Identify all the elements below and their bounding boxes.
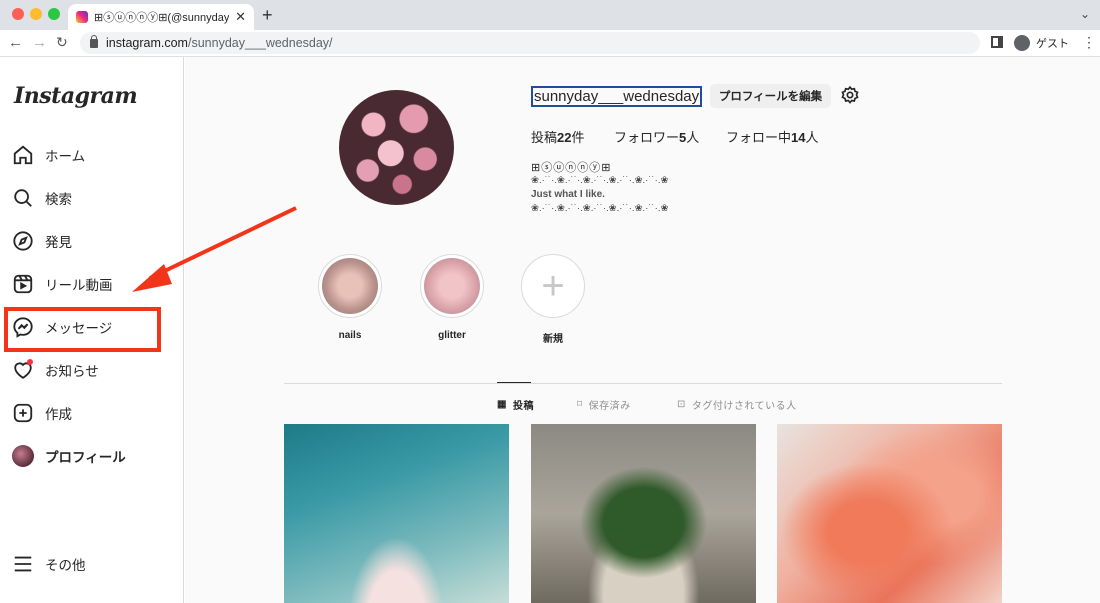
- forward-arrow-icon[interactable]: →: [32, 34, 47, 51]
- following-suffix: 人: [805, 130, 819, 145]
- tabs-divider: [284, 383, 1002, 384]
- url-host: instagram.com: [106, 36, 188, 50]
- browser-tab-bar: ⊞ⓢⓤⓝⓝⓨ⊞(@sunnyday___w ✕ + ⌄: [0, 0, 1100, 30]
- tab-label: タグ付けされている人: [691, 401, 797, 412]
- address-bar[interactable]: instagram.com/sunnyday___wednesday/: [80, 32, 980, 54]
- highlight-label: 新規: [543, 334, 563, 345]
- settings-gear-icon[interactable]: [840, 85, 860, 105]
- followers-suffix: 人: [686, 130, 700, 145]
- sidebar-item-profile[interactable]: プロフィール: [12, 440, 126, 472]
- grid-icon: ▦: [497, 399, 507, 410]
- sidebar-item-reels[interactable]: リール動画: [12, 268, 113, 300]
- sidebar-item-search[interactable]: 検索: [12, 182, 72, 214]
- post-thumbnail[interactable]: [531, 424, 756, 603]
- sidebar-item-create[interactable]: 作成: [12, 397, 72, 429]
- new-highlight-button[interactable]: + 新規: [520, 254, 586, 345]
- posts-count: 投稿22件: [531, 127, 585, 146]
- bio-line: ❀.·˙˙·.❀.·˙˙·.❀.·˙˙·.❀.·˙˙·.❀.·˙˙·.❀: [531, 175, 669, 186]
- profile-button[interactable]: ゲスト: [1010, 32, 1075, 54]
- posts-number: 22: [557, 130, 572, 145]
- hamburger-menu-icon: [12, 553, 34, 575]
- sidebar-item-label: プロフィール: [45, 450, 126, 465]
- tab-close-icon[interactable]: ✕: [235, 9, 246, 25]
- instagram-logo[interactable]: Instagram: [14, 83, 138, 109]
- tab-posts[interactable]: ▦ 投稿: [497, 397, 534, 412]
- heart-icon: [12, 359, 34, 381]
- sidebar-item-label: お知らせ: [45, 364, 99, 379]
- sidebar-item-home[interactable]: ホーム: [12, 139, 85, 171]
- highlight-thumbnail: [424, 258, 480, 314]
- post-thumbnail[interactable]: [777, 424, 1002, 603]
- tab-label: 保存済み: [588, 401, 631, 412]
- tab-search-chevron-icon[interactable]: ⌄: [1080, 7, 1090, 21]
- plus-icon: +: [541, 263, 565, 308]
- sidebar-item-explore[interactable]: 発見: [12, 225, 72, 257]
- lock-icon: [90, 34, 98, 48]
- sidebar-item-label: ホーム: [45, 149, 86, 164]
- kebab-menu-icon[interactable]: ⋮: [1082, 34, 1096, 51]
- sidebar-item-label: 検索: [45, 192, 72, 207]
- plus-square-icon: [12, 402, 34, 424]
- close-window-button[interactable]: [12, 8, 24, 20]
- tab-title: ⊞ⓢⓤⓝⓝⓨ⊞(@sunnyday___w: [94, 12, 230, 24]
- compass-icon: [12, 230, 34, 252]
- sidebar-more-label: その他: [45, 558, 86, 573]
- url-path: /sunnyday___wednesday/: [187, 36, 333, 50]
- instagram-favicon-icon: [76, 11, 88, 23]
- home-icon: [12, 144, 34, 166]
- notification-dot: [27, 359, 33, 365]
- followers-count[interactable]: フォロワー5人: [614, 127, 699, 146]
- sidebar-item-label: リール動画: [45, 278, 113, 293]
- tag-icon: ⊡: [677, 399, 686, 410]
- guest-avatar-icon: [1014, 35, 1030, 51]
- posts-prefix: 投稿: [531, 130, 558, 145]
- annotation-highlight-box: [4, 307, 161, 352]
- sidebar-item-notifications[interactable]: お知らせ: [12, 354, 99, 386]
- reels-icon: [12, 273, 34, 295]
- annotation-arrow-icon: [132, 206, 297, 292]
- profile-full-name: ⊞ⓢⓤⓝⓝⓨ⊞: [531, 162, 612, 174]
- bio-line: ❀.·˙˙·.❀.·˙˙·.❀.·˙˙·.❀.·˙˙·.❀.·˙˙·.❀: [531, 203, 669, 214]
- following-number: 14: [791, 130, 806, 145]
- avatar: [12, 445, 34, 467]
- story-highlight-nails[interactable]: nails: [317, 254, 383, 341]
- profile-picture[interactable]: [339, 90, 454, 205]
- sidebar-item-label: 発見: [45, 235, 72, 250]
- tab-label: 投稿: [512, 401, 534, 412]
- bookmark-icon: ⌑: [577, 399, 583, 410]
- posts-suffix: 件: [571, 130, 585, 145]
- following-prefix: フォロー中: [726, 130, 792, 145]
- highlight-label: nails: [338, 330, 362, 341]
- browser-tab[interactable]: ⊞ⓢⓤⓝⓝⓨ⊞(@sunnyday___w ✕: [68, 4, 254, 30]
- active-tab-indicator: [497, 382, 531, 383]
- tab-saved[interactable]: ⌑ 保存済み: [577, 397, 631, 412]
- post-thumbnail[interactable]: [284, 424, 509, 603]
- following-count[interactable]: フォロー中14人: [726, 127, 819, 146]
- tab-tagged[interactable]: ⊡ タグ付けされている人: [677, 397, 797, 412]
- side-panel-icon[interactable]: [991, 36, 1003, 48]
- browser-toolbar: ← → ↻ instagram.com/sunnyday___wednesday…: [0, 30, 1100, 57]
- highlight-label: glitter: [438, 330, 466, 341]
- story-highlight-glitter[interactable]: glitter: [419, 254, 485, 341]
- bio-line: Just what I like.: [531, 189, 605, 200]
- minimize-window-button[interactable]: [30, 8, 42, 20]
- profile-label: ゲスト: [1036, 38, 1069, 50]
- highlight-thumbnail: [322, 258, 378, 314]
- profile-username: sunnyday___wednesday: [531, 86, 703, 107]
- sidebar-item-more[interactable]: その他: [12, 553, 86, 575]
- edit-profile-button[interactable]: プロフィールを編集: [710, 84, 831, 108]
- new-tab-button[interactable]: +: [262, 5, 273, 26]
- back-arrow-icon[interactable]: ←: [8, 34, 23, 51]
- search-icon: [12, 187, 34, 209]
- reload-icon[interactable]: ↻: [56, 34, 68, 51]
- maximize-window-button[interactable]: [48, 8, 60, 20]
- followers-prefix: フォロワー: [614, 130, 680, 145]
- sidebar-item-label: 作成: [45, 407, 72, 422]
